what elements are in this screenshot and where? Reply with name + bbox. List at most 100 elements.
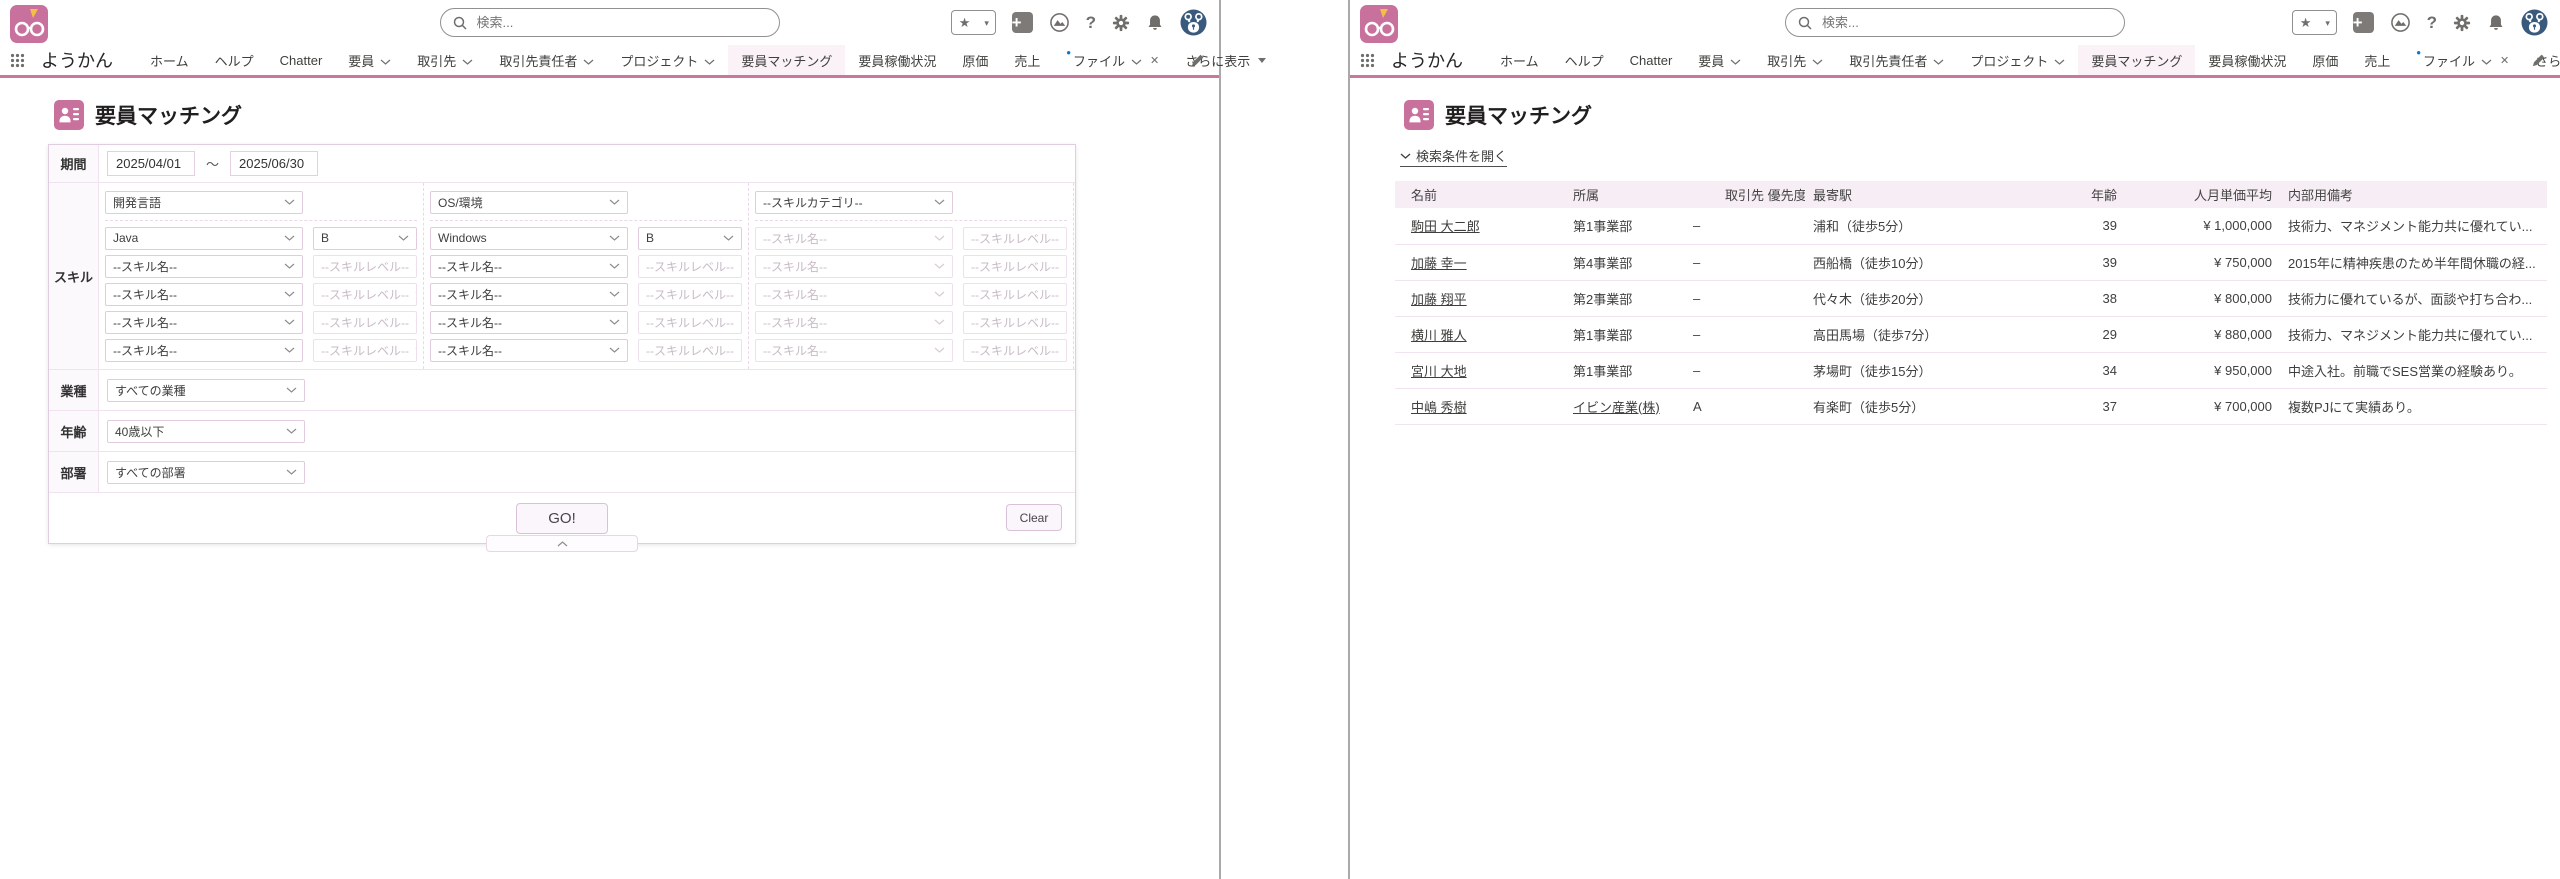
skill-level-select[interactable]: --スキルレベル-- [313, 339, 417, 362]
person-link[interactable]: 横川 雅人 [1411, 328, 1467, 343]
skill-level-select[interactable]: B [313, 227, 417, 250]
tab-personnel-utilization[interactable]: 要員稼働状況 [2195, 45, 2299, 75]
tab-show-more[interactable]: さらに表示 [1172, 45, 1279, 75]
clear-button[interactable]: Clear [1006, 504, 1062, 531]
skill-level-select[interactable]: --スキルレベル-- [313, 311, 417, 334]
skill-name-select[interactable]: --スキル名-- [430, 339, 628, 362]
tab-cost[interactable]: 原価 [949, 45, 1001, 75]
date-from-input[interactable]: 2025/04/01 [107, 151, 195, 176]
search-input[interactable] [1820, 14, 2112, 31]
skill-name-select[interactable]: --スキル名-- [105, 311, 303, 334]
skill-name-select[interactable]: Windows [430, 227, 628, 250]
setup-gear-icon[interactable] [2453, 14, 2471, 32]
tab-accounts[interactable]: 取引先 [404, 45, 486, 75]
skill-name-select[interactable]: --スキル名-- [755, 227, 953, 250]
tab-sales[interactable]: 売上 [2351, 45, 2403, 75]
tab-personnel-matching[interactable]: 要員マッチング [728, 45, 845, 75]
skill-category-select[interactable]: --スキルカテゴリ-- [755, 191, 953, 214]
close-icon[interactable]: ✕ [1150, 54, 1159, 67]
tab-accounts[interactable]: 取引先 [1754, 45, 1836, 75]
skill-level-select[interactable]: --スキルレベル-- [963, 283, 1067, 306]
person-link[interactable]: 駒田 大二郎 [1411, 219, 1480, 234]
skill-level-select[interactable]: --スキルレベル-- [313, 283, 417, 306]
skill-name-select[interactable]: --スキル名-- [430, 283, 628, 306]
tab-cost[interactable]: 原価 [2299, 45, 2351, 75]
person-link[interactable]: 中嶋 秀樹 [1411, 400, 1467, 415]
temp-tab-dot-icon: • [2416, 49, 2421, 57]
favorites-button[interactable]: ★ ▾ [951, 10, 996, 35]
app-launcher-icon[interactable] [10, 45, 25, 75]
go-button[interactable]: GO! [516, 503, 608, 534]
person-link[interactable]: 宮川 大地 [1411, 364, 1467, 379]
tab-contacts[interactable]: 取引先責任者 [486, 45, 607, 75]
global-actions-icon[interactable]: + [1012, 12, 1033, 33]
tab-personnel-utilization[interactable]: 要員稼働状況 [845, 45, 949, 75]
tab-help[interactable]: ヘルプ [202, 45, 267, 75]
tab-home[interactable]: ホーム [1487, 45, 1552, 75]
skill-level-select[interactable]: --スキルレベル-- [963, 311, 1067, 334]
notifications-bell-icon[interactable] [1146, 14, 1164, 32]
edit-nav-icon[interactable] [1190, 53, 1205, 68]
skill-name-select[interactable]: --スキル名-- [430, 311, 628, 334]
collapse-form-button[interactable] [486, 535, 638, 552]
tab-projects[interactable]: プロジェクト [1957, 45, 2078, 75]
favorites-button[interactable]: ★ ▾ [2292, 10, 2337, 35]
skill-category-select[interactable]: 開発言語 [105, 191, 303, 214]
tab-files-temporary[interactable]: •ファイル✕ [2403, 45, 2522, 75]
industry-select[interactable]: すべての業種 [107, 379, 305, 402]
skill-name-select[interactable]: --スキル名-- [755, 255, 953, 278]
person-link[interactable]: 加藤 翔平 [1411, 292, 1467, 307]
skill-name-select[interactable]: --スキル名-- [755, 339, 953, 362]
skill-level-select[interactable]: --スキルレベル-- [963, 227, 1067, 250]
notifications-bell-icon[interactable] [2487, 14, 2505, 32]
age-select[interactable]: 40歳以下 [107, 420, 305, 443]
avatar[interactable] [1180, 9, 1207, 36]
skill-level-select[interactable]: B [638, 227, 742, 250]
tab-chatter[interactable]: Chatter [1617, 45, 1686, 75]
skill-name-select[interactable]: --スキル名-- [105, 283, 303, 306]
tab-files-temporary[interactable]: •ファイル✕ [1053, 45, 1172, 75]
skill-category-select[interactable]: OS/環境 [430, 191, 628, 214]
skill-level-select[interactable]: --スキルレベル-- [963, 255, 1067, 278]
department-select[interactable]: すべての部署 [107, 461, 305, 484]
open-search-conditions-link[interactable]: 検索条件を開く [1400, 146, 1507, 167]
person-link[interactable]: 加藤 幸一 [1411, 256, 1467, 271]
skill-name-select[interactable]: --スキル名-- [430, 255, 628, 278]
setup-gear-icon[interactable] [1112, 14, 1130, 32]
edit-nav-icon[interactable] [2531, 53, 2546, 68]
skill-level-select[interactable]: --スキルレベル-- [638, 311, 742, 334]
skill-name-select[interactable]: --スキル名-- [105, 255, 303, 278]
close-icon[interactable]: ✕ [2500, 54, 2509, 67]
guidance-icon[interactable] [2390, 12, 2411, 33]
avatar[interactable] [2521, 9, 2548, 36]
skill-name-select[interactable]: --スキル名-- [755, 311, 953, 334]
tab-help[interactable]: ヘルプ [1552, 45, 1617, 75]
skill-name-select[interactable]: Java [105, 227, 303, 250]
priority-cell: – [1685, 208, 1805, 244]
account-link[interactable]: イビン産業(株) [1573, 400, 1660, 415]
app-launcher-icon[interactable] [1360, 45, 1375, 75]
tab-chatter[interactable]: Chatter [267, 45, 336, 75]
global-search[interactable] [440, 8, 780, 37]
tab-projects[interactable]: プロジェクト [607, 45, 728, 75]
search-input[interactable] [475, 14, 767, 31]
skill-level-select[interactable]: --スキルレベル-- [638, 255, 742, 278]
global-actions-icon[interactable]: + [2353, 12, 2374, 33]
skill-name-select[interactable]: --スキル名-- [105, 339, 303, 362]
tab-personnel[interactable]: 要員 [1685, 45, 1754, 75]
date-to-input[interactable]: 2025/06/30 [230, 151, 318, 176]
tab-personnel-matching[interactable]: 要員マッチング [2078, 45, 2195, 75]
skill-name-select[interactable]: --スキル名-- [755, 283, 953, 306]
skill-level-select[interactable]: --スキルレベル-- [638, 283, 742, 306]
skill-level-select[interactable]: --スキルレベル-- [313, 255, 417, 278]
station-cell: 浦和（徒歩5分） [1805, 208, 2035, 244]
tab-sales[interactable]: 売上 [1001, 45, 1053, 75]
guidance-icon[interactable] [1049, 12, 1070, 33]
tab-personnel[interactable]: 要員 [335, 45, 404, 75]
skill-level-select[interactable]: --スキルレベル-- [638, 339, 742, 362]
skill-level-select[interactable]: --スキルレベル-- [963, 339, 1067, 362]
global-search[interactable] [1785, 8, 2125, 37]
tab-contacts[interactable]: 取引先責任者 [1836, 45, 1957, 75]
chevron-down-icon [284, 199, 295, 205]
tab-home[interactable]: ホーム [137, 45, 202, 75]
